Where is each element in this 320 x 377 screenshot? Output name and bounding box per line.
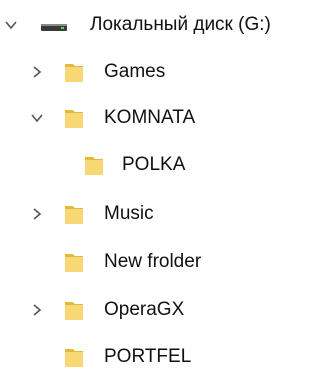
folder-icon bbox=[64, 251, 84, 278]
chevron-right-icon[interactable] bbox=[30, 207, 44, 221]
tree-item-label: Music bbox=[104, 203, 154, 224]
folder-icon bbox=[84, 154, 104, 181]
tree-item-portfel[interactable]: PORTFEL bbox=[0, 337, 315, 377]
tree-item-music[interactable]: Music bbox=[0, 194, 315, 234]
tree-item-label: POLKA bbox=[122, 154, 186, 175]
tree-item-label: PORTFEL bbox=[104, 346, 192, 367]
tree-item-label: KOMNATA bbox=[104, 107, 196, 128]
chevron-right-icon[interactable] bbox=[30, 65, 44, 79]
folder-icon bbox=[64, 107, 84, 134]
tree-item-label: New frolder bbox=[104, 251, 202, 272]
chevron-down-icon[interactable] bbox=[30, 111, 44, 125]
tree-item-label: OperaGX bbox=[104, 299, 185, 320]
chevron-down-icon[interactable] bbox=[4, 18, 18, 32]
tree-item-games[interactable]: Games bbox=[0, 52, 315, 92]
folder-icon bbox=[64, 203, 84, 230]
tree-item-label: Локальный диск (G:) bbox=[90, 14, 271, 35]
folder-icon bbox=[64, 299, 84, 326]
drive-icon bbox=[40, 17, 68, 38]
chevron-right-icon[interactable] bbox=[30, 303, 44, 317]
folder-icon bbox=[64, 61, 84, 88]
folder-icon bbox=[64, 346, 84, 373]
tree-item-polka[interactable]: POLKA bbox=[0, 145, 315, 185]
tree-item-drive[interactable]: Локальный диск (G:) bbox=[0, 5, 315, 45]
tree-item-komnata[interactable]: KOMNATA bbox=[0, 98, 315, 138]
tree-item-new-frolder[interactable]: New frolder bbox=[0, 242, 315, 282]
tree-item-label: Games bbox=[104, 61, 166, 82]
folder-tree: Локальный диск (G:) Games KOMNATA POLKA … bbox=[0, 0, 315, 371]
tree-item-operagx[interactable]: OperaGX bbox=[0, 290, 315, 330]
